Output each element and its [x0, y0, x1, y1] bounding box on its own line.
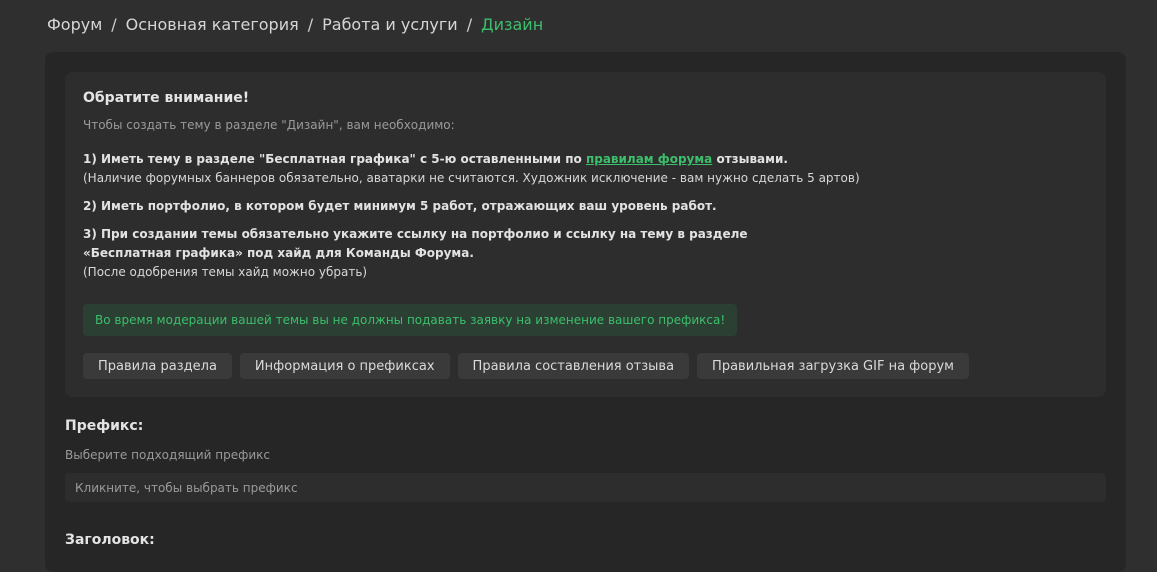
rule-1-suffix: отзывами.: [712, 152, 788, 166]
gif-upload-button[interactable]: Правильная загрузка GIF на форум: [697, 353, 969, 379]
prefix-info-button[interactable]: Информация о префиксах: [239, 353, 450, 379]
notice-title: Обратите внимание!: [83, 90, 250, 106]
rule-1: 1) Иметь тему в разделе "Бесплатная граф…: [83, 150, 860, 188]
title-label: Заголовок:: [65, 532, 155, 548]
breadcrumb: Форум / Основная категория / Работа и ус…: [47, 14, 543, 36]
rule-2-text: 2) Иметь портфолио, в котором будет мини…: [83, 199, 717, 213]
breadcrumb-item-forum[interactable]: Форум: [47, 14, 102, 36]
rule-3-line-1: 3) При создании темы обязательно укажите…: [83, 227, 748, 241]
rule-3: 3) При создании темы обязательно укажите…: [83, 225, 748, 282]
prefix-label: Префикс:: [65, 418, 144, 434]
rule-3-note: (После одобрения темы хайд можно убрать): [83, 265, 368, 279]
breadcrumb-separator: /: [111, 15, 117, 34]
breadcrumb-separator: /: [466, 15, 473, 34]
notice-box: Обратите внимание! Чтобы создать тему в …: [65, 72, 1106, 397]
section-rules-button[interactable]: Правила раздела: [83, 353, 232, 379]
breadcrumb-current-design: Дизайн: [481, 15, 544, 34]
breadcrumb-item-main-category[interactable]: Основная категория: [126, 14, 299, 36]
rule-2: 2) Иметь портфолио, в котором будет мини…: [83, 197, 717, 216]
review-rules-button[interactable]: Правила составления отзыва: [457, 353, 690, 379]
rule-3-line-2: «Бесплатная графика» под хайд для Команд…: [83, 246, 474, 260]
breadcrumb-separator: /: [307, 15, 314, 34]
prefix-hint: Выберите подходящий префикс: [65, 448, 271, 462]
notice-subtitle: Чтобы создать тему в разделе "Дизайн", в…: [83, 118, 455, 132]
forum-rules-link[interactable]: правилам форума: [586, 152, 712, 166]
rule-1-text: 1) Иметь тему в разделе "Бесплатная граф…: [83, 152, 586, 166]
rule-1-note: (Наличие форумных баннеров обязательно, …: [83, 171, 860, 185]
create-thread-panel: Обратите внимание! Чтобы создать тему в …: [45, 52, 1126, 572]
prefix-select[interactable]: Кликните, чтобы выбрать префикс: [65, 473, 1106, 502]
breadcrumb-item-work-services[interactable]: Работа и услуги: [322, 14, 458, 36]
moderation-alert: Во время модерации вашей темы вы не долж…: [83, 304, 738, 336]
notice-buttons: Правила раздела Информация о префиксах П…: [83, 353, 969, 379]
